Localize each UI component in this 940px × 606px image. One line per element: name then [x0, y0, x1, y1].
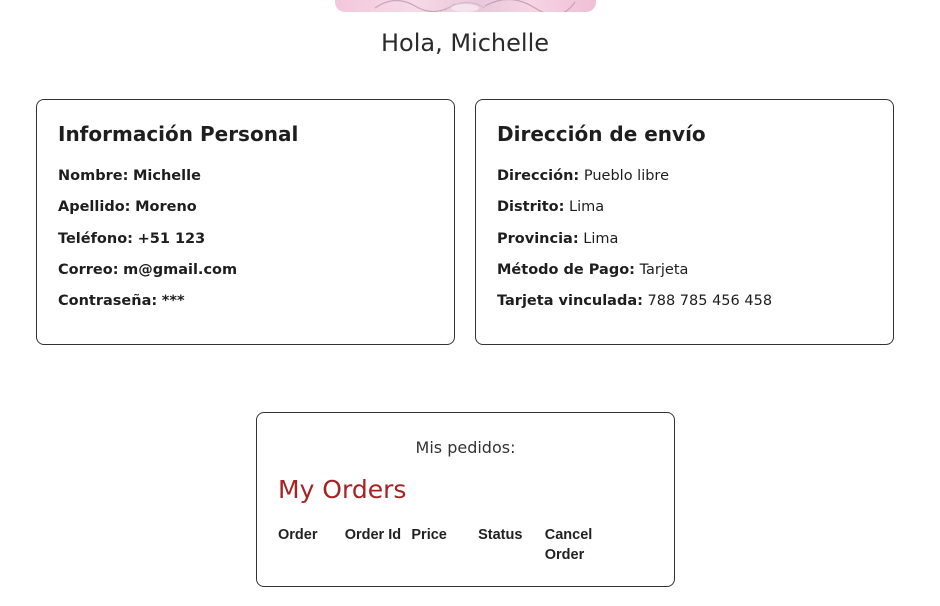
personal-field-telefono: Teléfono: +51 123: [58, 231, 237, 262]
personal-info-card: Información Personal Nombre: Michelle Ap…: [36, 99, 455, 345]
personal-field-apellido: Apellido: Moreno: [58, 199, 237, 230]
shipping-field-metodo-pago: Método de Pago: Tarjeta: [497, 262, 772, 293]
shipping-field-provincia: Provincia: Lima: [497, 231, 772, 262]
field-value: Moreno: [135, 199, 197, 216]
field-value: 788 785 456 458: [647, 293, 773, 310]
field-value: Michelle: [132, 168, 201, 184]
field-label: Método de Pago:: [497, 261, 635, 278]
field-value: m@gmail.com: [123, 261, 238, 278]
field-value: Lima: [569, 199, 605, 216]
field-value: Lima: [583, 230, 619, 247]
profile-banner-image: [335, 0, 596, 12]
field-label: Correo:: [58, 261, 119, 278]
field-value: ***: [161, 293, 185, 310]
shipping-address-card: Dirección de envío Dirección: Pueblo lib…: [475, 99, 894, 345]
orders-caption: Mis pedidos:: [415, 438, 516, 457]
shipping-field-distrito: Distrito: Lima: [497, 199, 772, 230]
shipping-address-title: Dirección de envío: [497, 122, 706, 146]
shipping-field-tarjeta: Tarjeta vinculada: 788 785 456 458: [497, 293, 772, 324]
field-label: Dirección:: [497, 168, 580, 184]
personal-info-list: Nombre: Michelle Apellido: Moreno Teléfo…: [58, 168, 237, 324]
personal-info-title: Información Personal: [58, 122, 299, 146]
personal-field-contrasena: Contraseña: ***: [58, 293, 237, 324]
column-header-cancel-order: Cancel Order: [544, 527, 593, 563]
field-value: Pueblo libre: [583, 168, 669, 184]
orders-card: Mis pedidos: My Orders Order Order Id Pr…: [256, 412, 675, 587]
shipping-field-direccion: Dirección: Pueblo libre: [497, 168, 772, 199]
field-value: Tarjeta: [639, 261, 689, 278]
column-header-status: Status: [478, 527, 523, 543]
field-value: +51 123: [137, 230, 206, 247]
orders-title: My Orders: [278, 475, 407, 504]
shipping-info-list: Dirección: Pueblo libre Distrito: Lima P…: [497, 168, 772, 324]
personal-field-correo: Correo: m@gmail.com: [58, 262, 237, 293]
orders-table-header-row: Order Order Id Price Status Cancel Order: [278, 525, 611, 565]
column-header-price: Price: [411, 527, 447, 543]
field-label: Nombre:: [58, 168, 129, 184]
field-label: Teléfono:: [58, 230, 133, 247]
field-label: Provincia:: [497, 230, 579, 247]
column-header-order: Order: [278, 527, 318, 543]
field-label: Distrito:: [497, 199, 565, 216]
field-label: Tarjeta vinculada:: [497, 293, 643, 310]
greeting-heading: Hola, Michelle: [380, 29, 549, 57]
orders-table: Order Order Id Price Status Cancel Order: [278, 525, 611, 565]
field-label: Apellido:: [58, 199, 131, 216]
personal-field-nombre: Nombre: Michelle: [58, 168, 237, 199]
column-header-order-id: Order Id: [344, 527, 402, 543]
field-label: Contraseña:: [58, 293, 158, 310]
